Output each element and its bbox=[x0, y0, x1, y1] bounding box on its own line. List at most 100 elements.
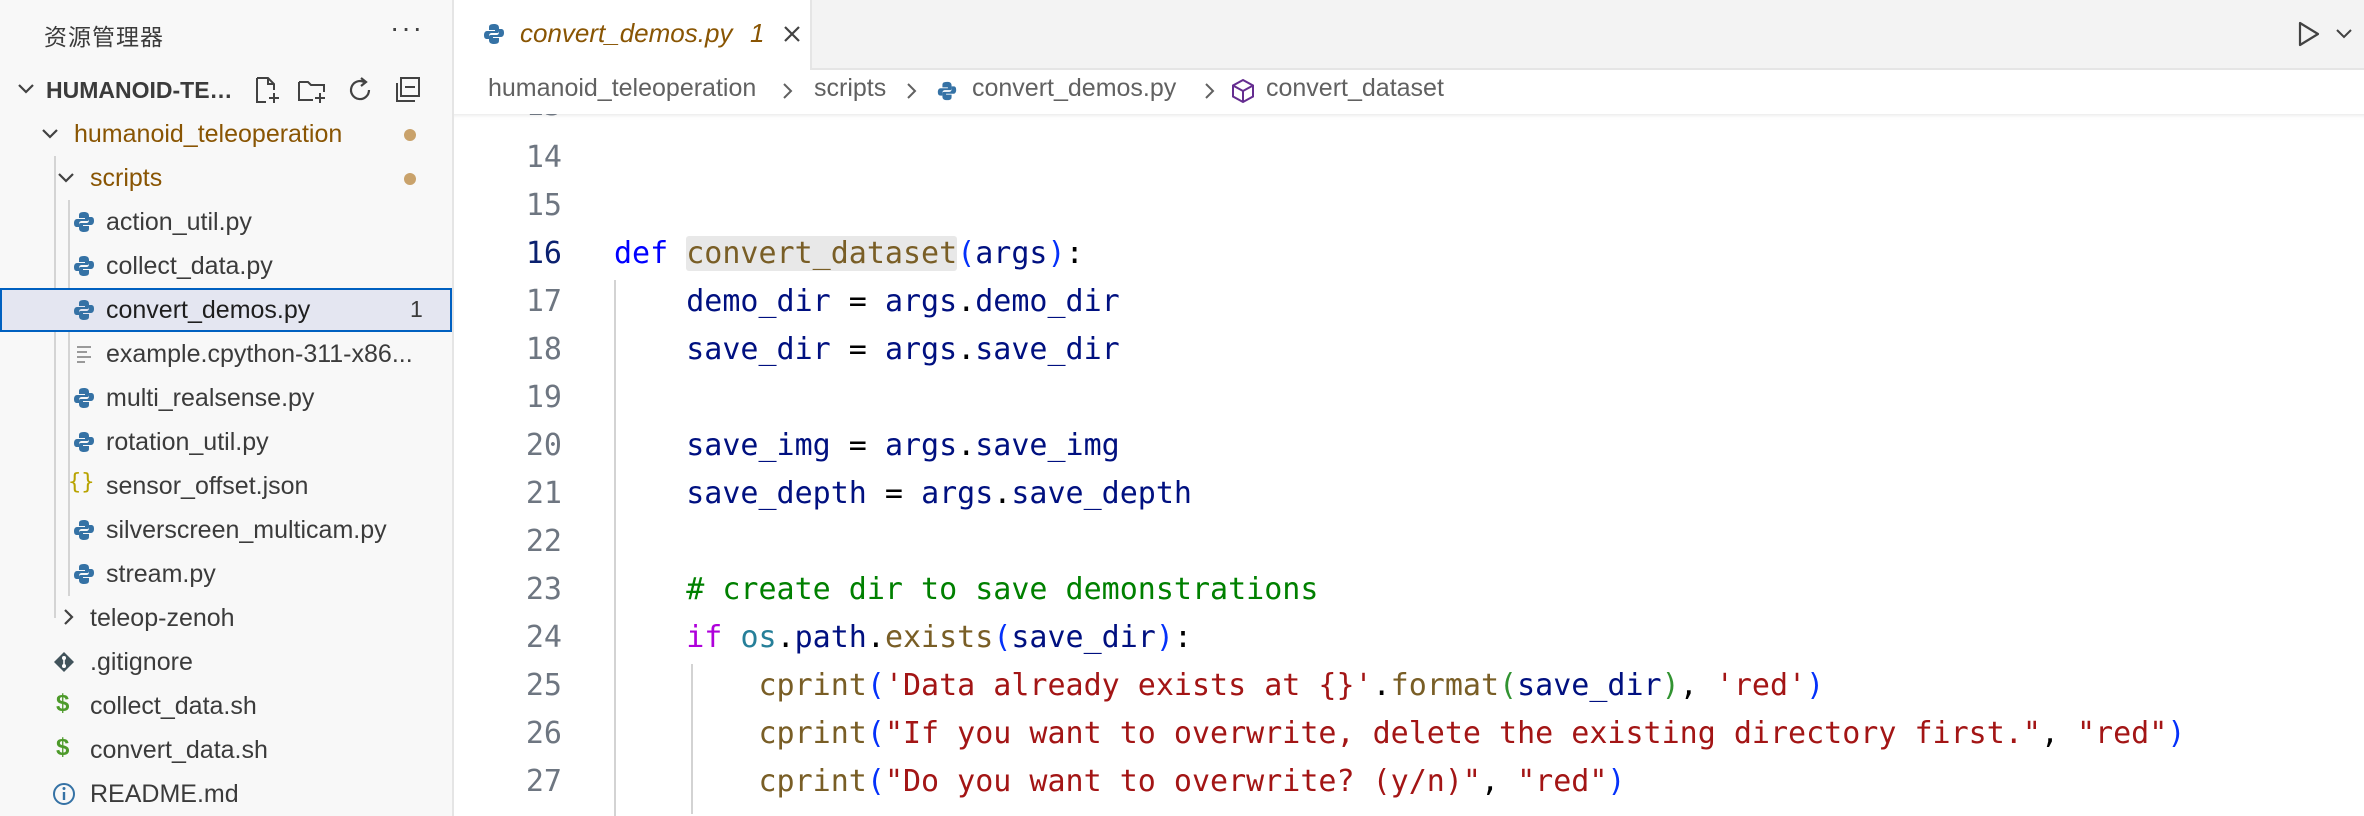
close-icon[interactable] bbox=[780, 22, 804, 46]
tree-file-silverscreen-multicam[interactable]: silverscreen_multicam.py bbox=[0, 508, 452, 552]
new-folder-icon[interactable] bbox=[296, 74, 328, 106]
code-token: cprint bbox=[758, 668, 867, 703]
chevron-down-icon bbox=[42, 129, 58, 139]
breadcrumb-item-scripts[interactable]: scripts bbox=[814, 74, 886, 103]
line-number: 23 bbox=[525, 572, 562, 607]
json-file-icon: {} bbox=[68, 470, 95, 495]
python-file-icon bbox=[937, 81, 957, 101]
tree-file-rotation-util[interactable]: rotation_util.py bbox=[0, 420, 452, 464]
tree-file-stream[interactable]: stream.py bbox=[0, 552, 452, 596]
code-token: demo_dir bbox=[686, 284, 831, 319]
code-token: save_img bbox=[975, 428, 1120, 463]
code-token: args bbox=[884, 284, 958, 319]
breadcrumb-item-convert-demos[interactable]: convert_demos.py bbox=[972, 74, 1176, 103]
code-token: "red" bbox=[1517, 764, 1608, 799]
code-token: os bbox=[740, 620, 777, 655]
code-editor[interactable]: 13 14 15 16 17 18 19 20 21 22 23 24 25 2… bbox=[454, 114, 2364, 816]
explorer-title: 资源管理器 bbox=[44, 24, 164, 50]
tree-file-example-cpython[interactable]: example.cpython-311-x86... bbox=[0, 332, 452, 376]
code-token: ( bbox=[993, 620, 1012, 655]
chevron-right-icon bbox=[783, 83, 793, 99]
tree-item-label: collect_data.py bbox=[106, 252, 273, 280]
code-token: demo_dir bbox=[975, 284, 1120, 319]
code-line: if os.path.exists(save_dir): bbox=[686, 620, 1192, 655]
code-line: save_dir = args.save_dir bbox=[686, 332, 1120, 367]
info-icon bbox=[53, 783, 75, 805]
code-token: format bbox=[1390, 668, 1500, 703]
code-token: "red" bbox=[2077, 716, 2168, 751]
code-token: ( bbox=[866, 668, 885, 703]
modified-dot bbox=[404, 173, 416, 185]
tree-item-label: teleop-zenoh bbox=[90, 604, 235, 632]
tab-label: convert_demos.py bbox=[520, 18, 733, 48]
code-token: def bbox=[614, 236, 669, 271]
tree-file-collect-data[interactable]: collect_data.py bbox=[0, 244, 452, 288]
tree-file-collect-data-sh[interactable]: $ collect_data.sh bbox=[0, 684, 452, 728]
refresh-icon[interactable] bbox=[344, 74, 376, 106]
code-line: cprint("If you want to overwrite, delete… bbox=[758, 716, 2186, 751]
tree-item-label: collect_data.sh bbox=[90, 692, 257, 720]
code-token: ) bbox=[1155, 620, 1174, 655]
line-number: 17 bbox=[525, 284, 562, 319]
line-number: 21 bbox=[525, 476, 562, 511]
more-actions-icon[interactable]: ··· bbox=[390, 12, 424, 44]
tab-convert-demos[interactable]: convert_demos.py 1 bbox=[454, 0, 812, 70]
code-token: save_dir bbox=[975, 332, 1120, 367]
python-file-icon bbox=[484, 24, 504, 44]
line-number: 22 bbox=[525, 524, 562, 559]
line-number: 26 bbox=[525, 716, 562, 751]
code-token: args bbox=[884, 428, 958, 463]
explorer-sidebar: 资源管理器 ··· HUMANOID-TELEOPERATION humanoi… bbox=[0, 0, 454, 816]
tree-item-label: .gitignore bbox=[90, 648, 193, 676]
python-file-icon bbox=[74, 564, 94, 584]
code-line: # create dir to save demonstrations bbox=[614, 572, 1318, 607]
new-file-icon[interactable] bbox=[250, 74, 282, 106]
tree-item-label: convert_demos.py bbox=[106, 296, 311, 324]
code-token: save_depth bbox=[686, 476, 867, 511]
line-number: 19 bbox=[525, 380, 562, 415]
tree-file-convert-demos[interactable]: convert_demos.py 1 bbox=[0, 288, 452, 332]
shell-file-icon: $ bbox=[56, 690, 70, 717]
code-line: def convert_dataset(args): bbox=[614, 236, 1084, 271]
line-number-active: 16 bbox=[525, 236, 562, 271]
code-line: cprint("Do you want to overwrite? (y/n)"… bbox=[758, 764, 1626, 799]
tree-file-readme[interactable]: README.md bbox=[0, 772, 452, 816]
code-token: ) bbox=[1806, 668, 1825, 703]
tree-file-convert-data-sh[interactable]: $ convert_data.sh bbox=[0, 728, 452, 772]
tree-folder-teleop-zenoh[interactable]: teleop-zenoh bbox=[0, 596, 452, 640]
chevron-right-icon bbox=[64, 609, 74, 625]
code-token: args bbox=[921, 476, 994, 511]
editor-tab-bar: convert_demos.py 1 bbox=[454, 0, 2364, 70]
python-file-icon bbox=[74, 256, 94, 276]
workspace-root-header[interactable]: HUMANOID-TELEOPERATION bbox=[0, 68, 452, 112]
tree-folder-humanoid-teleoperation[interactable]: humanoid_teleoperation bbox=[0, 112, 452, 156]
code-token: save_img bbox=[686, 428, 831, 463]
code-token: "Do you want to overwrite? (y/n)" bbox=[884, 764, 1481, 799]
tree-item-label: convert_data.sh bbox=[90, 736, 268, 764]
line-number: 20 bbox=[525, 428, 562, 463]
tree-file-sensor-offset[interactable]: {} sensor_offset.json bbox=[0, 464, 452, 508]
breadcrumb-item-convert-dataset[interactable]: convert_dataset bbox=[1266, 74, 1444, 103]
code-token: save_dir bbox=[686, 332, 831, 367]
run-icon[interactable] bbox=[2296, 20, 2322, 48]
tree-item-label: sensor_offset.json bbox=[106, 472, 309, 500]
tree-item-label: rotation_util.py bbox=[106, 428, 269, 456]
python-file-icon bbox=[74, 212, 94, 232]
shell-file-icon: $ bbox=[56, 734, 70, 761]
code-token: ) bbox=[1047, 236, 1066, 271]
chevron-down-icon[interactable] bbox=[2334, 26, 2354, 42]
tree-item-label: action_util.py bbox=[106, 208, 252, 236]
tree-item-label: humanoid_teleoperation bbox=[74, 120, 343, 148]
tree-folder-scripts[interactable]: scripts bbox=[0, 156, 452, 200]
code-token: save_dir bbox=[1517, 668, 1662, 703]
code-line: save_depth = args.save_depth bbox=[686, 476, 1192, 511]
code-token: save_depth bbox=[1011, 476, 1192, 511]
breadcrumb: humanoid_teleoperation scripts convert_d… bbox=[454, 70, 2364, 114]
code-comment: # create dir to save demonstrations bbox=[686, 572, 1319, 607]
collapse-all-icon[interactable] bbox=[392, 74, 424, 106]
tree-file-multi-realsense[interactable]: multi_realsense.py bbox=[0, 376, 452, 420]
tree-file-action-util[interactable]: action_util.py bbox=[0, 200, 452, 244]
chevron-down-icon bbox=[58, 173, 74, 183]
tree-file-gitignore[interactable]: .gitignore bbox=[0, 640, 452, 684]
breadcrumb-item-humanoid-teleoperation[interactable]: humanoid_teleoperation bbox=[488, 74, 756, 103]
